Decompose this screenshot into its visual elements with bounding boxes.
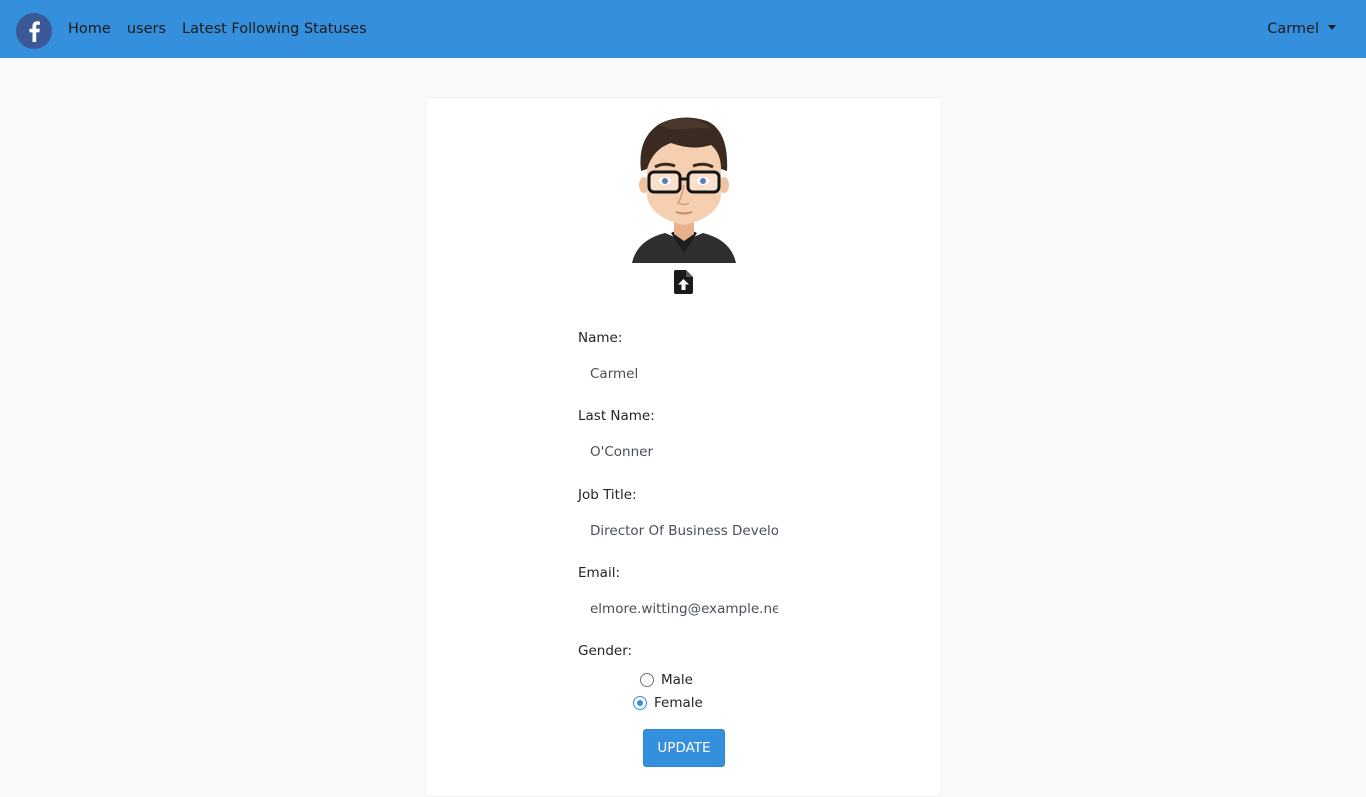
file-upload-icon[interactable] xyxy=(674,270,693,294)
name-label: Name: xyxy=(578,330,623,346)
update-button[interactable]: UPDATE xyxy=(643,729,725,767)
nav-links: Home users Latest Following Statuses xyxy=(68,0,383,58)
user-dropdown-toggle[interactable]: Carmel xyxy=(1267,0,1336,58)
male-radio-label: Male xyxy=(661,672,693,688)
avatar xyxy=(632,117,736,263)
female-radio[interactable] xyxy=(633,696,647,710)
gender-option-male[interactable]: Male xyxy=(640,672,693,688)
user-name: Carmel xyxy=(1267,21,1319,37)
last-name-label: Last Name: xyxy=(578,408,655,424)
job-title-label: Job Title: xyxy=(578,487,637,503)
nav-link-home[interactable]: Home xyxy=(68,21,111,37)
nav-link-latest-following-statuses[interactable]: Latest Following Statuses xyxy=(182,21,367,37)
gender-option-female[interactable]: Female xyxy=(633,695,703,711)
email-field[interactable]: elmore.witting@example.net xyxy=(578,596,778,622)
name-field[interactable]: Carmel xyxy=(578,361,778,387)
male-radio[interactable] xyxy=(640,673,654,687)
caret-down-icon xyxy=(1328,24,1336,30)
female-radio-label: Female xyxy=(654,695,703,711)
nav-link-users[interactable]: users xyxy=(127,21,166,37)
top-navbar: Home users Latest Following Statuses Car… xyxy=(0,0,1366,58)
job-title-field[interactable]: Director Of Business Development xyxy=(578,518,778,544)
email-label: Email: xyxy=(578,565,621,581)
gender-label: Gender: xyxy=(578,643,633,659)
last-name-field[interactable]: O'Conner xyxy=(578,439,778,465)
profile-card: Name: Carmel Last Name: O'Conner Job Tit… xyxy=(425,97,942,797)
facebook-logo-icon[interactable] xyxy=(16,13,52,49)
